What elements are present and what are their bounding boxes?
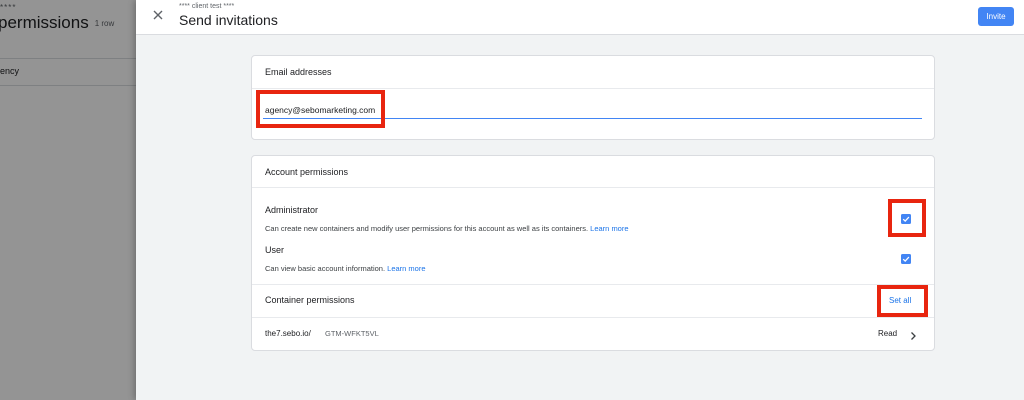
card-divider	[252, 317, 934, 318]
panel-subtitle: **** client test ****	[179, 3, 235, 10]
account-permissions-header: Account permissions	[265, 167, 349, 177]
send-invitations-panel: **** client test **** Send invitations I…	[136, 0, 1024, 400]
email-field[interactable]: agency@sebomarketing.com	[265, 105, 375, 115]
set-all-button[interactable]: Set all	[889, 296, 911, 305]
modal-scrim[interactable]	[0, 0, 136, 400]
page-title: Send invitations	[179, 12, 278, 28]
learn-more-link[interactable]: Learn more	[590, 224, 628, 233]
invite-button[interactable]: Invite	[978, 7, 1014, 26]
check-icon	[902, 216, 910, 223]
user-checkbox[interactable]	[901, 254, 911, 264]
role-user-description: Can view basic account information. Lear…	[265, 264, 426, 273]
panel-header: **** client test **** Send invitations I…	[136, 0, 1024, 35]
container-name: the7.sebo.io/	[265, 329, 311, 338]
account-permissions-card: Account permissions Administrator Can cr…	[251, 155, 935, 351]
role-description-text: Can view basic account information.	[265, 264, 386, 273]
container-permissions-header: Container permissions	[265, 295, 355, 305]
administrator-checkbox[interactable]	[901, 214, 911, 224]
close-icon[interactable]	[150, 7, 166, 23]
role-administrator-description: Can create new containers and modify use…	[265, 224, 629, 233]
container-id: GTM-WFKT5VL	[325, 329, 379, 338]
card-divider	[252, 88, 934, 89]
container-role[interactable]: Read	[878, 329, 897, 338]
role-user-name: User	[265, 245, 285, 255]
email-addresses-header: Email addresses	[265, 67, 332, 77]
card-divider	[252, 284, 934, 285]
email-addresses-card: Email addresses agency@sebomarketing.com	[251, 55, 935, 140]
email-field-underline	[263, 118, 922, 119]
card-divider	[252, 187, 934, 188]
role-administrator-name: Administrator	[265, 205, 319, 215]
role-description-text: Can create new containers and modify use…	[265, 224, 589, 233]
chevron-right-icon[interactable]	[908, 328, 918, 340]
check-icon	[902, 256, 910, 263]
learn-more-link[interactable]: Learn more	[387, 264, 425, 273]
